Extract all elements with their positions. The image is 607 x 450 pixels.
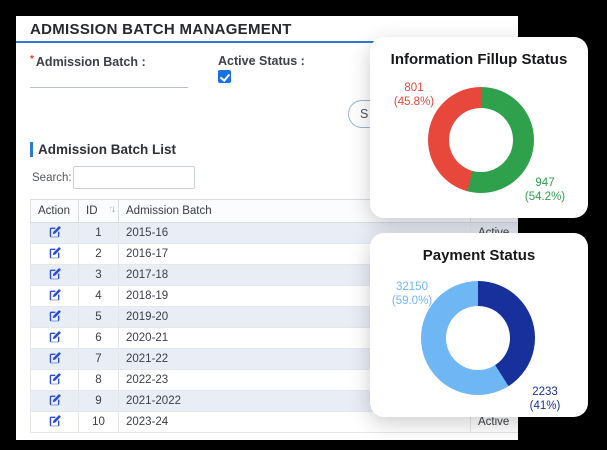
slice-pct: (45.8%) <box>382 95 446 109</box>
row-id: 4 <box>79 286 119 307</box>
edit-button[interactable] <box>48 225 62 239</box>
info-fillup-title: Information Fillup Status <box>370 51 588 68</box>
admission-batch-input[interactable] <box>30 68 188 88</box>
active-status-label: Active Status : <box>218 54 305 68</box>
donut-hole <box>449 108 513 172</box>
row-id: 7 <box>79 349 119 370</box>
edit-icon <box>48 246 62 260</box>
slice-pct: (41%) <box>513 399 577 413</box>
row-id: 2 <box>79 244 119 265</box>
header-id-label: ID <box>86 205 98 217</box>
row-id: 3 <box>79 265 119 286</box>
payment-paid-label: 32150 (59.0%) <box>380 280 444 308</box>
edit-icon <box>48 351 62 365</box>
edit-button[interactable] <box>48 309 62 323</box>
row-id: 6 <box>79 328 119 349</box>
section-accent-bar <box>30 142 33 157</box>
row-id: 8 <box>79 370 119 391</box>
donut-hole <box>446 306 510 370</box>
info-not-filled-label: 801 (45.8%) <box>382 81 446 109</box>
edit-icon <box>48 267 62 281</box>
edit-button[interactable] <box>48 351 62 365</box>
slice-value: 2233 <box>513 385 577 399</box>
row-id: 1 <box>79 223 119 244</box>
edit-icon <box>48 330 62 344</box>
edit-icon <box>48 225 62 239</box>
edit-button[interactable] <box>48 372 62 386</box>
edit-button[interactable] <box>48 267 62 281</box>
sort-down-icon: ↓ <box>111 204 114 215</box>
sort-icon[interactable]: ↑↓ <box>109 204 115 215</box>
row-id: 5 <box>79 307 119 328</box>
active-status-checkbox[interactable] <box>218 70 231 83</box>
list-title: Admission Batch List <box>38 142 176 157</box>
info-filled-label: 947 (54.2%) <box>513 176 577 204</box>
page-title: ADMISSION BATCH MANAGEMENT <box>30 21 292 38</box>
edit-button[interactable] <box>48 414 62 428</box>
edit-icon <box>48 309 62 323</box>
list-header: Admission Batch List <box>30 142 176 157</box>
admission-batch-label-text: Admission Batch : <box>36 55 146 69</box>
payment-due-label: 2233 (41%) <box>513 385 577 413</box>
header-id[interactable]: ID ↑↓ <box>79 200 119 223</box>
edit-button[interactable] <box>48 288 62 302</box>
edit-icon <box>48 393 62 407</box>
edit-button[interactable] <box>48 246 62 260</box>
payment-status-card: Payment Status 32150 (59.0%) 2233 (41%) <box>370 233 588 417</box>
edit-button[interactable] <box>48 393 62 407</box>
edit-icon <box>48 414 62 428</box>
required-asterisk: * <box>30 54 34 65</box>
slice-value: 801 <box>382 81 446 95</box>
header-action: Action <box>31 200 79 223</box>
admission-batch-label: *Admission Batch : <box>30 54 146 69</box>
search-input[interactable] <box>73 166 195 189</box>
payment-status-title: Payment Status <box>370 247 588 264</box>
edit-icon <box>48 372 62 386</box>
search-label: Search: <box>32 172 72 184</box>
screen: ADMISSION BATCH MANAGEMENT *Admission Ba… <box>0 0 607 450</box>
edit-icon <box>48 288 62 302</box>
slice-pct: (59.0%) <box>380 294 444 308</box>
row-id: 9 <box>79 391 119 412</box>
edit-button[interactable] <box>48 330 62 344</box>
slice-value: 947 <box>513 176 577 190</box>
info-fillup-card: Information Fillup Status 801 (45.8%) 94… <box>370 37 588 218</box>
row-id: 10 <box>79 412 119 433</box>
slice-value: 32150 <box>380 280 444 294</box>
slice-pct: (54.2%) <box>513 190 577 204</box>
